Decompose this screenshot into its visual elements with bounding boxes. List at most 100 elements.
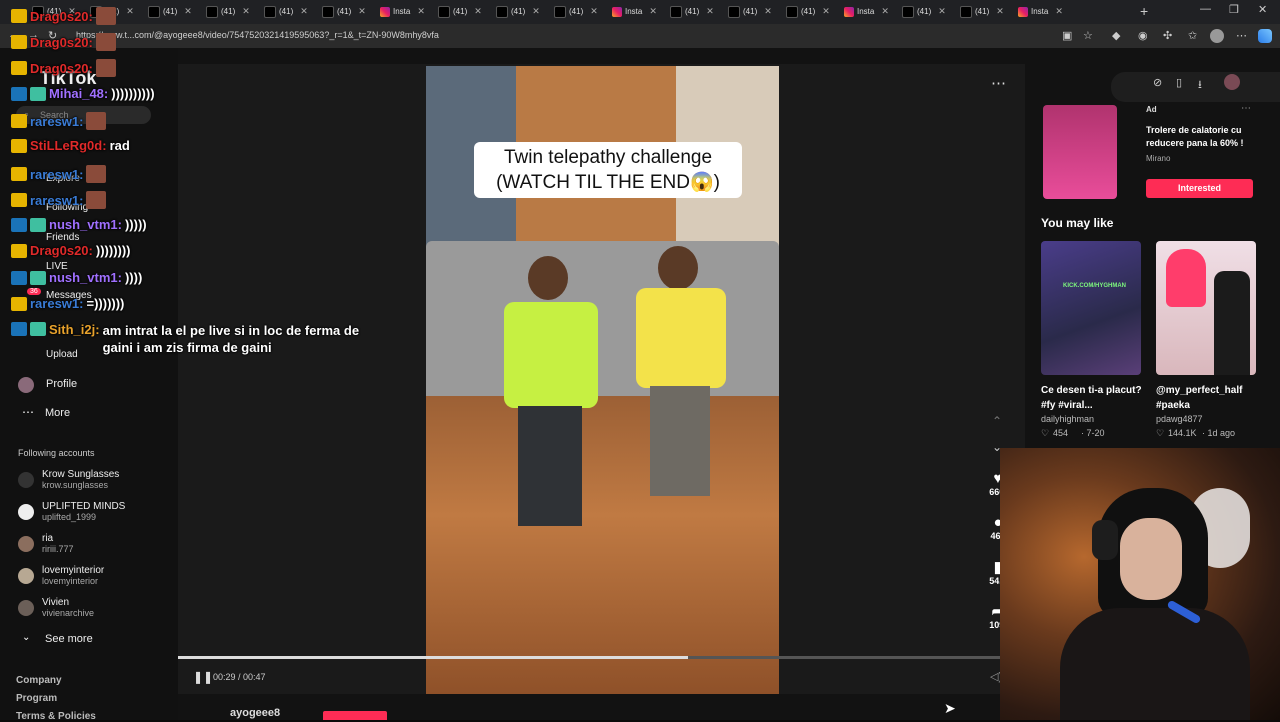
tab-close-icon[interactable]: ✕: [1055, 6, 1063, 17]
window-close-icon[interactable]: ✕: [1258, 3, 1267, 16]
account-item[interactable]: UPLIFTED MINDS uplifted_1999: [18, 501, 125, 522]
chat-username: StiLLeRg0d:: [30, 138, 107, 153]
browser-tab[interactable]: (41) ✕: [554, 3, 598, 20]
favorites-icon[interactable]: ✩: [1188, 29, 1197, 42]
tab-close-icon[interactable]: ✕: [358, 6, 366, 17]
tab-close-icon[interactable]: ✕: [126, 6, 134, 17]
bookmark-star-icon[interactable]: ☆: [1083, 29, 1093, 42]
tab-label: Insta: [1031, 7, 1049, 16]
browser-tab[interactable]: (41) ✕: [960, 3, 1004, 20]
interested-button[interactable]: Interested: [1146, 179, 1253, 198]
headset-earcup: [1092, 520, 1118, 560]
tab-close-icon[interactable]: ✕: [300, 6, 308, 17]
user-avatar-icon[interactable]: [1224, 74, 1240, 90]
profile-avatar-icon[interactable]: [1210, 29, 1224, 43]
split-icon[interactable]: ▣: [1062, 29, 1072, 42]
nav-profile[interactable]: Profile: [46, 378, 77, 390]
ad-more-icon[interactable]: ⋯: [1241, 103, 1251, 114]
tab-close-icon[interactable]: ✕: [184, 6, 192, 17]
nav-more[interactable]: More: [45, 407, 70, 419]
tab-close-icon[interactable]: ✕: [590, 6, 598, 17]
minimize-icon[interactable]: —: [1200, 3, 1211, 15]
browser-tab[interactable]: Insta ✕: [612, 3, 657, 20]
chat-badge-icon: [11, 86, 27, 101]
thumb-overlay-text: KICK.COM/HYGHMAN: [1063, 283, 1126, 289]
browser-tab[interactable]: (41) ✕: [496, 3, 540, 20]
account-item[interactable]: lovemyinterior lovemyinterior: [18, 565, 104, 586]
see-more-link[interactable]: See more: [45, 633, 93, 645]
tab-close-icon[interactable]: ✕: [764, 6, 772, 17]
progress-bar[interactable]: [178, 656, 1004, 659]
follow-button[interactable]: [323, 711, 387, 720]
chat-badge-icon: [30, 322, 46, 336]
recommended-title[interactable]: @my_perfect_half #paeka: [1156, 383, 1264, 413]
recommended-title[interactable]: Ce desen ti-a placut? #fy #viral...: [1041, 383, 1149, 413]
browser-tab[interactable]: (41) ✕: [148, 3, 192, 20]
tiktok-icon: [148, 5, 160, 18]
account-item[interactable]: ria ririii.777: [18, 533, 74, 554]
tab-close-icon[interactable]: ✕: [532, 6, 540, 17]
extension-icon[interactable]: ◆: [1112, 29, 1120, 42]
new-tab-icon[interactable]: +: [1140, 3, 1148, 19]
browser-tab[interactable]: (41) ✕: [786, 3, 830, 20]
streamer-webcam: [1000, 448, 1280, 720]
more-options-icon[interactable]: ⋯: [991, 74, 1006, 92]
browser-tab[interactable]: (41) ✕: [902, 3, 946, 20]
recommended-user[interactable]: dailyhighman: [1041, 414, 1094, 424]
tab-label: (41): [569, 7, 584, 16]
footer-program[interactable]: Program: [16, 693, 57, 704]
browser-tab[interactable]: Insta ✕: [1018, 3, 1063, 20]
nav-friends[interactable]: Friends: [46, 232, 79, 243]
video-frame[interactable]: Twin telepathy challenge (WATCH TIL THE …: [426, 66, 779, 694]
maximize-icon[interactable]: ❐: [1229, 3, 1239, 16]
avatar: [18, 471, 34, 488]
tab-close-icon[interactable]: ✕: [881, 6, 889, 17]
copilot-icon[interactable]: [1258, 29, 1272, 43]
account-item[interactable]: Vivien vivienarchive: [18, 597, 94, 618]
tab-close-icon[interactable]: ✕: [822, 6, 830, 17]
phone-icon[interactable]: ▯: [1176, 76, 1182, 89]
previous-video-icon[interactable]: ⌃: [992, 414, 1002, 428]
browser-tab[interactable]: (41) ✕: [670, 3, 714, 20]
browser-tab[interactable]: (41) ✕: [728, 3, 772, 20]
footer-company[interactable]: Company: [16, 675, 62, 686]
browser-tab[interactable]: (41) ✕: [438, 3, 482, 20]
tiktok-icon: [206, 5, 218, 18]
tab-close-icon[interactable]: ✕: [649, 6, 657, 17]
account-name: ria: [42, 533, 54, 544]
recommended-date-value: 7-20: [1086, 428, 1105, 438]
chat-message: nush_vtm1:))))): [11, 217, 147, 232]
chat-badge-icon: [11, 243, 27, 258]
compass-icon[interactable]: ⊘: [1153, 76, 1162, 89]
browser-tab[interactable]: Insta ✕: [844, 3, 889, 20]
chat-badge-icon: [11, 35, 27, 49]
recommended-video-thumbnail[interactable]: [1156, 241, 1256, 375]
tiktok-icon: [960, 5, 972, 18]
ad-thumbnail[interactable]: [1043, 105, 1117, 199]
account-item[interactable]: Krow Sunglasses krow.sunglasses: [18, 469, 119, 490]
tab-close-icon[interactable]: ✕: [996, 6, 1004, 17]
browser-tab[interactable]: Insta ✕: [380, 3, 425, 20]
recommended-user[interactable]: pdawg4877: [1156, 414, 1203, 424]
account-handle: krow.sunglasses: [42, 480, 109, 490]
tab-label: (41): [279, 7, 294, 16]
tab-close-icon[interactable]: ✕: [938, 6, 946, 17]
tracking-icon[interactable]: ◉: [1138, 29, 1148, 42]
download-icon[interactable]: ⭳: [1198, 76, 1202, 95]
tab-close-icon[interactable]: ✕: [706, 6, 714, 17]
chat-username: Drag0s20:: [30, 243, 93, 258]
menu-dots-icon[interactable]: ⋯: [1236, 29, 1247, 42]
browser-tab[interactable]: (41) ✕: [264, 3, 308, 20]
browser-tab[interactable]: (41) ✕: [322, 3, 366, 20]
recommended-video-thumbnail[interactable]: KICK.COM/HYGHMAN: [1041, 241, 1141, 375]
tab-close-icon[interactable]: ✕: [417, 6, 425, 17]
author-name[interactable]: ayogeee8: [230, 707, 280, 719]
tab-close-icon[interactable]: ✕: [242, 6, 250, 17]
pause-icon[interactable]: ❚❚: [193, 670, 213, 684]
tab-close-icon[interactable]: ✕: [474, 6, 482, 17]
browser-tab[interactable]: (41) ✕: [206, 3, 250, 20]
url-field[interactable]: https://www.t...com/@ayogeee8/video/7547…: [76, 30, 439, 40]
extensions-puzzle-icon[interactable]: ✣: [1163, 29, 1172, 42]
footer-terms[interactable]: Terms & Policies: [16, 711, 96, 722]
chat-badge-icon: [30, 270, 46, 285]
